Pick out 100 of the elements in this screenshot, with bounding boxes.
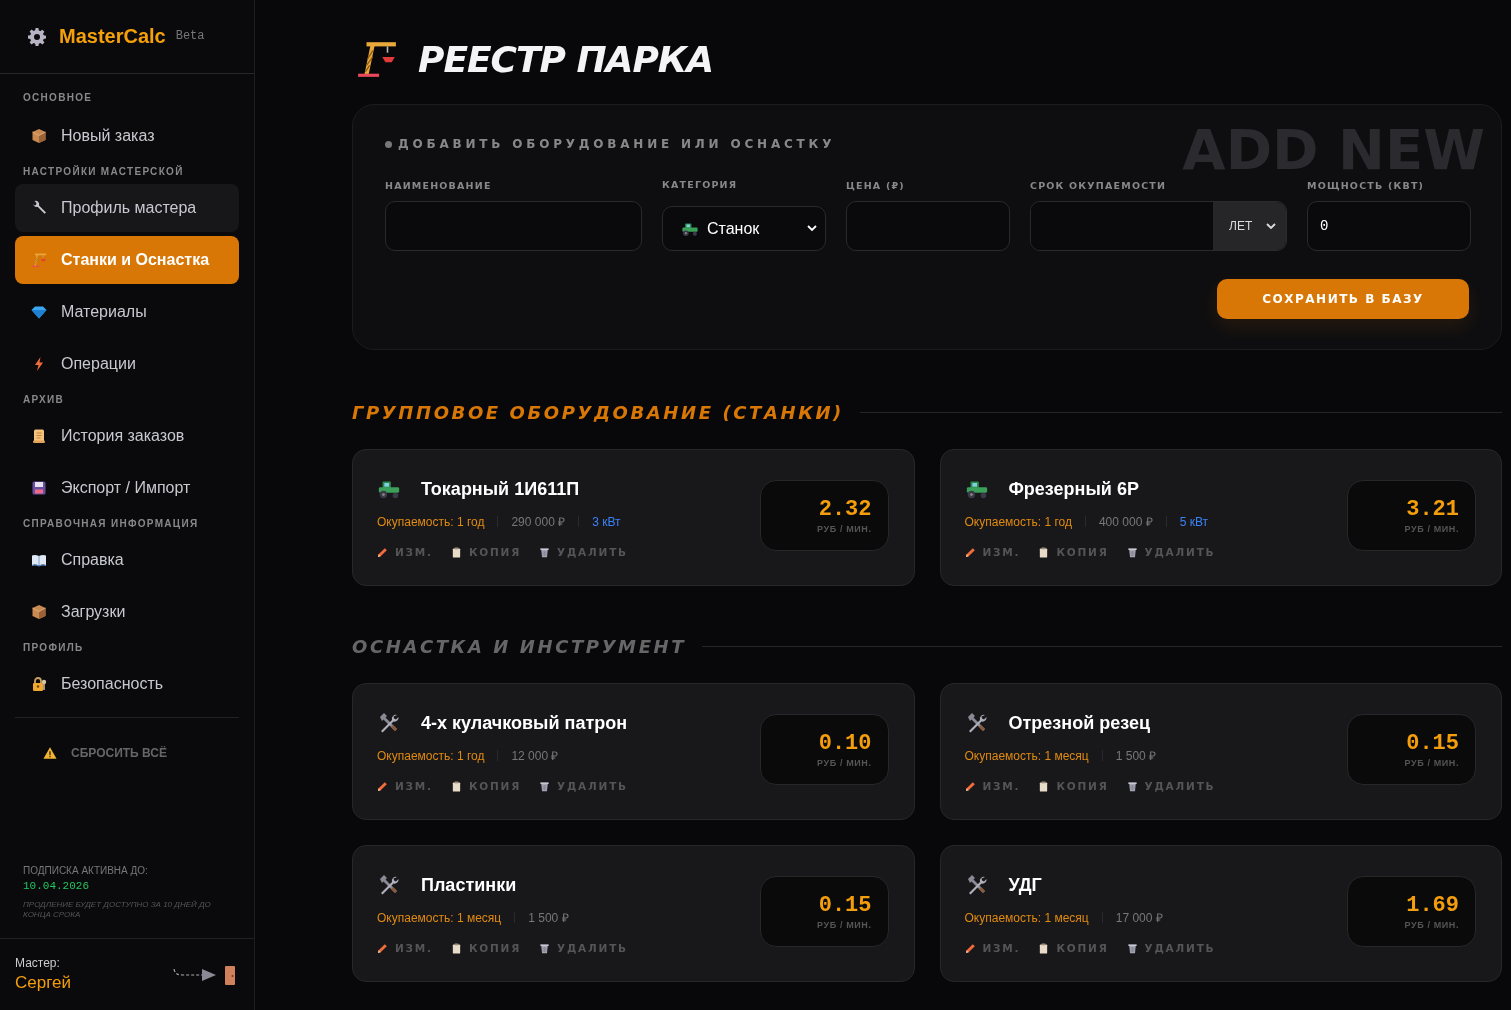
- nav-item[interactable]: Материалы: [15, 288, 239, 336]
- payback-text: Окупаемость: 1 месяц: [964, 910, 1089, 925]
- input-field[interactable]: [846, 201, 1010, 251]
- nav-item[interactable]: История заказов: [15, 412, 239, 460]
- equipment-name: Фрезерный 6Р: [1008, 478, 1139, 500]
- input-field[interactable]: [385, 201, 642, 251]
- clipboard-icon: [1038, 942, 1050, 954]
- field-label: СРОК ОКУПАЕМОСТИ: [1030, 180, 1168, 191]
- nav-item[interactable]: Профиль мастера: [15, 184, 239, 232]
- clipboard-icon: [450, 780, 462, 792]
- action-button[interactable]: КОПИЯ: [450, 780, 522, 792]
- book-icon: [31, 552, 47, 568]
- category-select[interactable]: Станок: [662, 206, 826, 251]
- user-name: Сергей: [15, 973, 71, 993]
- price-text: 1 500 ₽: [1115, 748, 1157, 764]
- nav-item[interactable]: Станки и Оснастка: [15, 236, 239, 284]
- pencil-icon: [377, 546, 388, 558]
- trash-icon: [1126, 546, 1138, 558]
- action-button[interactable]: УДАЛИТЬ: [539, 942, 628, 954]
- rate-value: 2.32: [818, 497, 872, 522]
- payback-text: Окупаемость: 1 год: [377, 514, 485, 529]
- equipment-name: Токарный 1И611П: [421, 478, 580, 500]
- action-button[interactable]: ИЗМ.: [964, 546, 1021, 558]
- nav-item[interactable]: Загрузки: [15, 588, 239, 636]
- action-button[interactable]: УДАЛИТЬ: [539, 780, 628, 792]
- user-label: Мастер:: [15, 956, 61, 970]
- rate-unit: РУБ / МИН.: [1404, 524, 1459, 534]
- action-button[interactable]: КОПИЯ: [1038, 546, 1109, 558]
- clipboard-icon: [1038, 780, 1050, 792]
- action-button[interactable]: ИЗМ.: [377, 942, 433, 954]
- save-button[interactable]: СОХРАНИТЬ В БАЗУ: [1217, 279, 1469, 319]
- rate-value: 3.21: [1406, 497, 1459, 522]
- logout-button[interactable]: [172, 963, 236, 986]
- action-button[interactable]: ИЗМ.: [377, 780, 433, 792]
- price-text: 17 000 ₽: [1115, 910, 1163, 926]
- action-button[interactable]: УДАЛИТЬ: [1126, 942, 1216, 954]
- rate-value: 0.15: [818, 893, 872, 918]
- input-field[interactable]: 0: [1307, 201, 1471, 251]
- clipboard-icon: [1038, 546, 1050, 558]
- dot-icon: [385, 140, 392, 148]
- field-label: КАТЕГОРИЯ: [662, 179, 739, 190]
- group-heading: ОСНАСТКА И ИНСТРУМЕНТ: [352, 636, 687, 657]
- gem-icon: [31, 304, 47, 320]
- pencil-icon: [964, 780, 976, 792]
- trash-icon: [539, 780, 551, 792]
- rate-unit: РУБ / МИН.: [1404, 920, 1459, 930]
- subscription-date: 10.04.2026: [23, 880, 90, 892]
- nav-item[interactable]: Экспорт / Импорт: [15, 464, 239, 512]
- nav-item[interactable]: Справка: [15, 536, 239, 584]
- section-heading: ПРОФИЛЬ: [22, 642, 85, 654]
- field-label: ЦЕНА (₽): [846, 180, 906, 191]
- rate-value: 0.15: [1406, 731, 1459, 756]
- chevron-icon: [807, 225, 817, 232]
- reset-button[interactable]: СБРОСИТЬ ВСЁ: [43, 740, 167, 766]
- action-button[interactable]: КОПИЯ: [450, 942, 522, 954]
- pencil-icon: [964, 546, 976, 558]
- section-heading: НАСТРОЙКИ МАСТЕРСКОЙ: [22, 166, 185, 178]
- power-text: 3 кВт: [592, 514, 621, 529]
- rate-value: 0.10: [818, 731, 872, 756]
- gear-icon: [27, 26, 47, 47]
- field-label: НАИМЕНОВАНИЕ: [385, 180, 493, 191]
- pencil-icon: [964, 942, 976, 954]
- pencil-icon: [377, 942, 388, 954]
- clipboard-icon: [450, 546, 462, 558]
- price-text: 1 500 ₽: [528, 910, 569, 926]
- equipment-name: 4-х кулачковый патрон: [421, 712, 628, 734]
- payback-text: Окупаемость: 1 год: [377, 748, 485, 763]
- floppy-icon: [31, 480, 47, 496]
- action-button[interactable]: УДАЛИТЬ: [1126, 546, 1216, 558]
- beta-label: Beta: [175, 28, 205, 43]
- rate-unit: РУБ / МИН.: [817, 758, 872, 768]
- action-button[interactable]: КОПИЯ: [450, 546, 522, 558]
- action-button[interactable]: КОПИЯ: [1038, 942, 1109, 954]
- nav-item[interactable]: Безопасность: [15, 660, 239, 708]
- equipment-name: УДГ: [1008, 874, 1042, 896]
- rate-value: 1.69: [1406, 893, 1459, 918]
- payback-text: Окупаемость: 1 месяц: [377, 910, 502, 925]
- group-heading: ГРУППОВОЕ ОБОРУДОВАНИЕ (СТАНКИ): [352, 402, 844, 423]
- nav-item[interactable]: Операции: [15, 340, 239, 388]
- page-title: РЕЕСТР ПАРКА: [418, 38, 714, 80]
- trash-icon: [1126, 780, 1138, 792]
- nav-item[interactable]: Новый заказ: [15, 112, 239, 160]
- section-heading: СПРАВОЧНАЯ ИНФОРМАЦИЯ: [22, 518, 200, 530]
- trash-icon: [539, 546, 551, 558]
- price-text: 12 000 ₽: [511, 748, 559, 764]
- action-button[interactable]: ИЗМ.: [377, 546, 433, 558]
- clipboard-icon: [450, 942, 462, 954]
- action-button[interactable]: УДАЛИТЬ: [539, 546, 628, 558]
- payback-text: Окупаемость: 1 год: [964, 514, 1072, 529]
- app-logo: MasterCalc: [59, 25, 166, 48]
- action-button[interactable]: УДАЛИТЬ: [1126, 780, 1216, 792]
- tools-icon: [377, 711, 401, 735]
- payback-text: Окупаемость: 1 месяц: [964, 748, 1089, 763]
- form-title: ДОБАВИТЬ ОБОРУДОВАНИЕ ИЛИ ОСНАСТКУ: [398, 137, 836, 151]
- tools-icon: [377, 873, 401, 897]
- action-button[interactable]: ИЗМ.: [964, 780, 1021, 792]
- warning-icon: [43, 746, 57, 760]
- crane-icon: [31, 252, 47, 268]
- action-button[interactable]: КОПИЯ: [1038, 780, 1109, 792]
- action-button[interactable]: ИЗМ.: [964, 942, 1021, 954]
